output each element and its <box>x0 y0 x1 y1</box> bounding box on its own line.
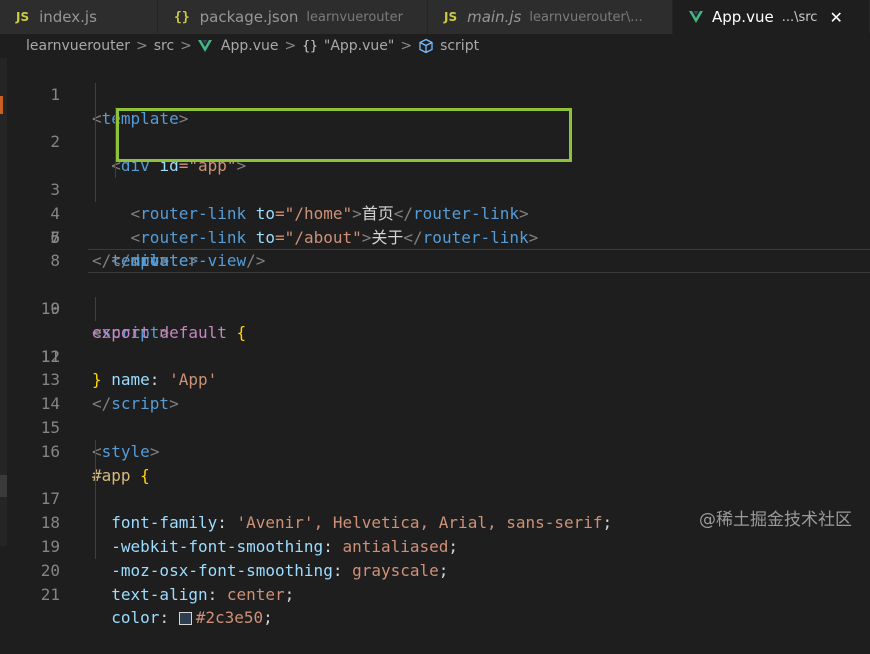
indent-guide <box>95 511 96 535</box>
code-text: text-align: center; <box>111 584 295 604</box>
code-line: 15 <style> <box>0 392 870 461</box>
javascript-icon: JS <box>444 10 458 24</box>
code-line: 8 <box>0 226 870 270</box>
code-line: 16 #app { <box>0 416 870 485</box>
breadcrumb-section[interactable]: script <box>440 38 479 54</box>
code-line: 17 font-family: 'Avenir', Helvetica, Ari… <box>0 439 870 532</box>
code-line: 10 export default { <box>0 273 870 342</box>
indent-guide <box>95 154 96 178</box>
current-line-highlight <box>88 249 870 274</box>
code-line: 13 </script> <box>0 345 870 413</box>
code-line: 6 </div> <box>0 177 870 270</box>
code-line: 1 <template> <box>0 59 870 128</box>
vue-icon <box>197 40 212 52</box>
tab-label: package.json <box>199 8 299 26</box>
indent-guide <box>95 296 96 321</box>
code-line: 11 name: 'App' <box>0 296 870 389</box>
code-line: 2 <div id="app"> <box>0 82 870 175</box>
braces-icon: {} <box>302 38 318 54</box>
code-text: -moz-osx-font-smoothing: grayscale; <box>111 560 449 580</box>
tab-index-js[interactable]: JS index.js <box>0 0 158 34</box>
indent-guide <box>95 82 96 107</box>
breadcrumb-file[interactable]: App.vue <box>221 38 279 54</box>
tab-label: index.js <box>39 8 97 26</box>
breadcrumb-folder[interactable]: src <box>154 38 174 54</box>
breadcrumb-root[interactable]: learnvuerouter <box>26 38 130 54</box>
json-icon: {} <box>174 9 190 25</box>
tab-app-vue[interactable]: App.vue ...\src ✕ <box>673 0 870 34</box>
indent-guide <box>95 439 96 464</box>
javascript-icon: JS <box>16 10 30 24</box>
breadcrumb: learnvuerouter > src > App.vue > {} "App… <box>0 34 870 58</box>
chevron-right-icon: > <box>400 38 413 54</box>
tab-label: App.vue <box>712 8 774 26</box>
indent-guide <box>95 130 96 155</box>
vue-icon <box>689 11 703 23</box>
indent-guide <box>95 177 96 202</box>
tab-description: ...\src <box>781 9 818 25</box>
indent-guide <box>95 106 96 131</box>
close-icon[interactable]: ✕ <box>829 8 842 27</box>
tab-description: learnvuerouter <box>306 9 403 25</box>
indent-guide <box>95 534 96 559</box>
tab-label: main.js <box>467 8 522 26</box>
code-line: 14 <box>0 368 870 413</box>
color-swatch[interactable] <box>178 612 192 626</box>
watermark: @稀土掘金技术社区 <box>699 510 852 530</box>
tab-bar: JS index.js {} package.json learnvuerout… <box>0 0 870 34</box>
indent-guide <box>95 487 96 512</box>
breadcrumb-component[interactable]: "App.vue" <box>324 38 394 54</box>
tab-main-js[interactable]: JS main.js learnvuerouter\... <box>428 0 673 34</box>
chevron-right-icon: > <box>180 38 192 54</box>
chevron-right-icon: > <box>135 38 148 54</box>
cube-icon <box>419 38 433 54</box>
code-line: 18 -webkit-font-smoothing: antialiased; <box>0 463 870 556</box>
chevron-right-icon: > <box>284 38 297 54</box>
tab-package-json[interactable]: {} package.json learnvuerouter <box>158 0 428 34</box>
code-line: 21 color: #2c3e50; <box>0 534 870 627</box>
code-text: color: #2c3e50; <box>111 608 273 628</box>
code-line-current: 9 <script> <box>0 249 870 342</box>
line-number: 21 <box>40 584 60 604</box>
annotation-highlight-box <box>116 108 572 162</box>
indent-guide <box>95 463 96 488</box>
tab-description: learnvuerouter\... <box>529 9 643 25</box>
code-line: 12 } <box>0 321 870 390</box>
code-line: 7 </template> <box>0 202 870 271</box>
